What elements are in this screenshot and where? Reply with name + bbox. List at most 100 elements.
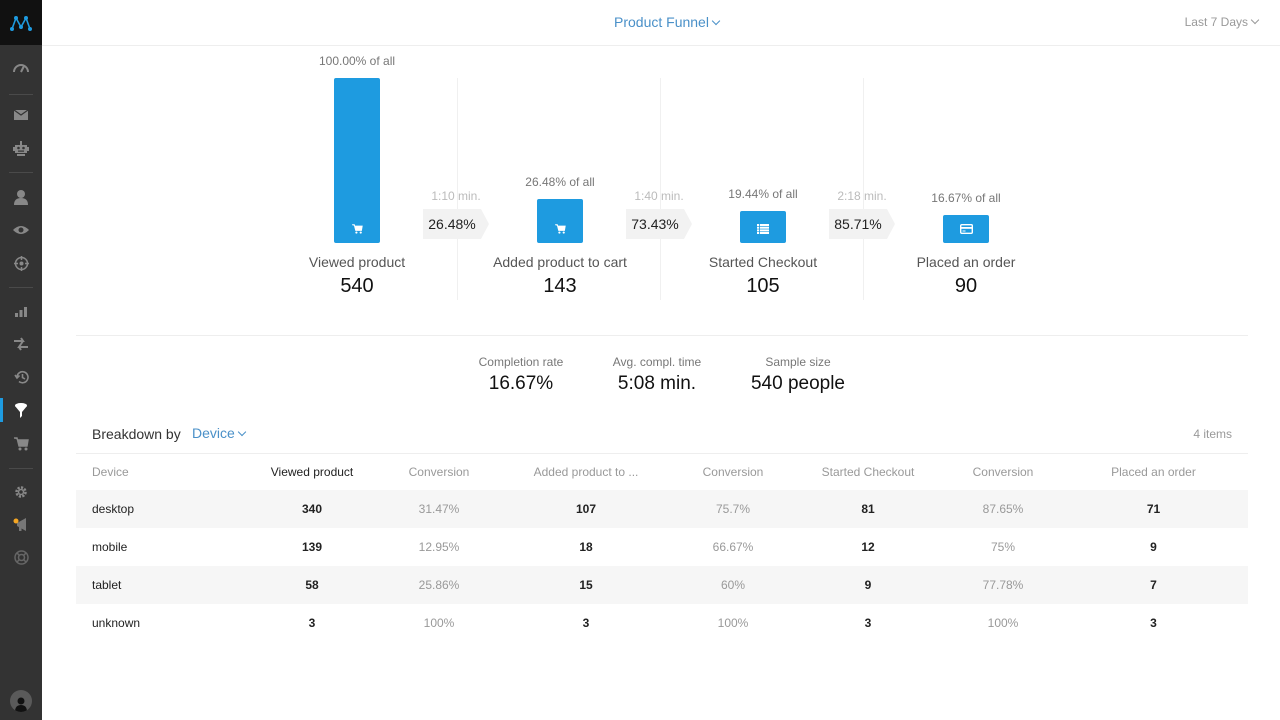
help-lifebuoy-icon — [13, 549, 29, 565]
step-pct-of-all: 26.48% of all — [525, 175, 595, 189]
count-cell: 18 — [579, 540, 593, 554]
column-header[interactable]: Added product to ... — [495, 454, 677, 490]
conversion-rate-badge: 26.48% — [423, 209, 489, 239]
nav-announcements[interactable] — [0, 510, 42, 538]
bar-chart-icon — [15, 307, 27, 317]
funnel-chart: 100.00% of all Viewed product 540 26.48%… — [0, 46, 1280, 306]
count-cell: 3 — [308, 616, 316, 630]
count-cell: 58 — [241, 566, 383, 604]
step-name: Added product to cart — [493, 254, 627, 270]
conversion-cell: 100% — [717, 616, 749, 630]
step-name: Started Checkout — [708, 254, 818, 270]
chevron-down-icon — [711, 16, 721, 26]
announcement-icon — [13, 517, 26, 531]
nav-history[interactable] — [0, 363, 42, 391]
column-header[interactable]: Placed an order — [1059, 454, 1248, 490]
credit-card-icon — [959, 224, 973, 234]
conversion-cell: 25.86% — [383, 566, 495, 604]
conversion-time: 1:40 min. — [634, 189, 684, 203]
nav-settings[interactable] — [0, 478, 42, 506]
nav-ecommerce[interactable] — [0, 430, 42, 458]
breakdown-label: Breakdown by — [92, 426, 181, 442]
conversion-rate-badge: 73.43% — [626, 209, 692, 239]
history-icon — [13, 371, 29, 384]
conversion-rate-badge: 85.71% — [829, 209, 895, 239]
step-count: 143 — [543, 275, 577, 297]
count-cell: 12 — [861, 540, 875, 554]
table-row[interactable]: desktop 340 31.47% 107 75.7% 81 87.65% 7… — [76, 490, 1248, 528]
conversion-cell: 75.7% — [677, 490, 789, 528]
nav-funnels[interactable] — [0, 396, 42, 424]
device-cell: mobile — [92, 540, 128, 554]
logo-icon[interactable] — [0, 0, 42, 45]
conversion-time: 2:18 min. — [837, 189, 887, 203]
conversion-time: 1:10 min. — [431, 189, 481, 203]
nav-help[interactable] — [0, 543, 42, 571]
device-cell: unknown — [92, 616, 141, 630]
section-divider — [76, 335, 1248, 336]
summary-label: Completion rate — [478, 355, 564, 369]
funnel-icon — [15, 402, 27, 418]
summary-value: 540 people — [750, 373, 846, 394]
conversion-cell: 75% — [990, 540, 1016, 554]
date-range-label: Last 7 Days — [1184, 15, 1248, 29]
table-row[interactable]: unknown 3 100% 3 100% 3 100% 3 — [76, 604, 1248, 642]
step-name: Viewed product — [308, 254, 406, 270]
summary-label: Sample size — [765, 355, 831, 369]
funnel-selector[interactable]: Product Funnel — [614, 14, 721, 30]
step-count: 540 — [340, 275, 374, 297]
list-icon — [757, 224, 769, 234]
step-bar[interactable] — [537, 199, 583, 243]
step-pct-of-all: 19.44% of all — [728, 187, 798, 201]
column-header[interactable]: Viewed product — [241, 454, 383, 490]
step-count: 105 — [746, 275, 780, 297]
column-header[interactable]: Started Checkout — [789, 454, 947, 490]
table-row[interactable]: mobile 139 12.95% 18 66.67% 12 75% 9 — [76, 528, 1248, 566]
breakdown-dimension: Device — [192, 425, 235, 441]
cart-icon — [13, 437, 29, 451]
step-count: 90 — [954, 275, 978, 297]
column-header[interactable]: Conversion — [947, 454, 1059, 490]
conversion-cell: 66.67% — [712, 540, 754, 554]
conversion-cell: 31.47% — [383, 490, 495, 528]
avatar[interactable] — [10, 690, 32, 712]
count-cell: 107 — [495, 490, 677, 528]
chevron-down-icon — [237, 427, 247, 437]
count-cell: 3 — [582, 616, 590, 630]
cart-icon — [554, 224, 566, 234]
column-header[interactable]: Conversion — [677, 454, 789, 490]
count-cell: 81 — [789, 490, 947, 528]
step-conversion: 1:40 min. 73.43% — [626, 189, 706, 239]
count-cell: 340 — [241, 490, 383, 528]
date-range-selector[interactable]: Last 7 Days — [1184, 15, 1260, 29]
conversion-cell: 60% — [677, 566, 789, 604]
items-count: 4 items — [1193, 427, 1232, 441]
breakdown-dimension-selector[interactable]: Device — [192, 425, 247, 441]
summary-value: 5:08 min. — [617, 373, 697, 394]
count-cell: 3 — [864, 616, 872, 630]
device-cell: tablet — [76, 566, 241, 604]
avatar-icon — [15, 697, 27, 712]
conversion-cell: 12.95% — [418, 540, 460, 554]
column-header[interactable]: Conversion — [383, 454, 495, 490]
nav-flows[interactable] — [0, 330, 42, 358]
gear-icon — [15, 486, 27, 498]
table-row[interactable]: tablet 58 25.86% 15 60% 9 77.78% 7 — [76, 566, 1248, 604]
sidebar-divider — [9, 468, 33, 469]
conversion-cell: 77.78% — [947, 566, 1059, 604]
summary-completion-rate: Completion rate 16.67% — [461, 355, 581, 395]
step-pct-of-all: 16.67% of all — [931, 191, 1001, 205]
column-header[interactable]: Device — [76, 454, 241, 490]
count-cell: 3 — [1150, 616, 1157, 630]
step-bar[interactable] — [943, 215, 989, 243]
conversion-cell: 100% — [987, 616, 1019, 630]
count-cell: 139 — [301, 540, 323, 554]
cart-icon — [351, 224, 363, 234]
chevron-down-icon — [1250, 15, 1260, 25]
step-name: Placed an order — [916, 254, 1016, 270]
count-cell: 9 — [1150, 540, 1157, 554]
step-bar[interactable] — [334, 78, 380, 243]
step-conversion: 1:10 min. 26.48% — [423, 189, 503, 239]
step-bar[interactable] — [740, 211, 786, 243]
summary-avg-time: Avg. compl. time 5:08 min. — [597, 355, 717, 395]
